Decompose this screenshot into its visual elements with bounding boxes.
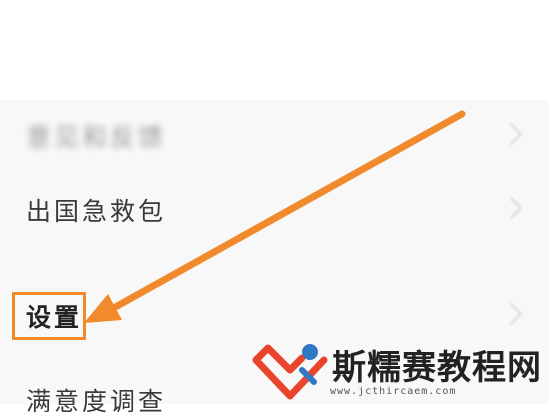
- watermark-brand-text: 斯糯赛教程网: [332, 348, 542, 388]
- watermark-url-text: www.jcthircaem.com: [330, 386, 457, 397]
- watermark: 斯糯赛教程网 www.jcthircaem.com: [250, 340, 549, 404]
- heart-logo-icon: [252, 344, 328, 400]
